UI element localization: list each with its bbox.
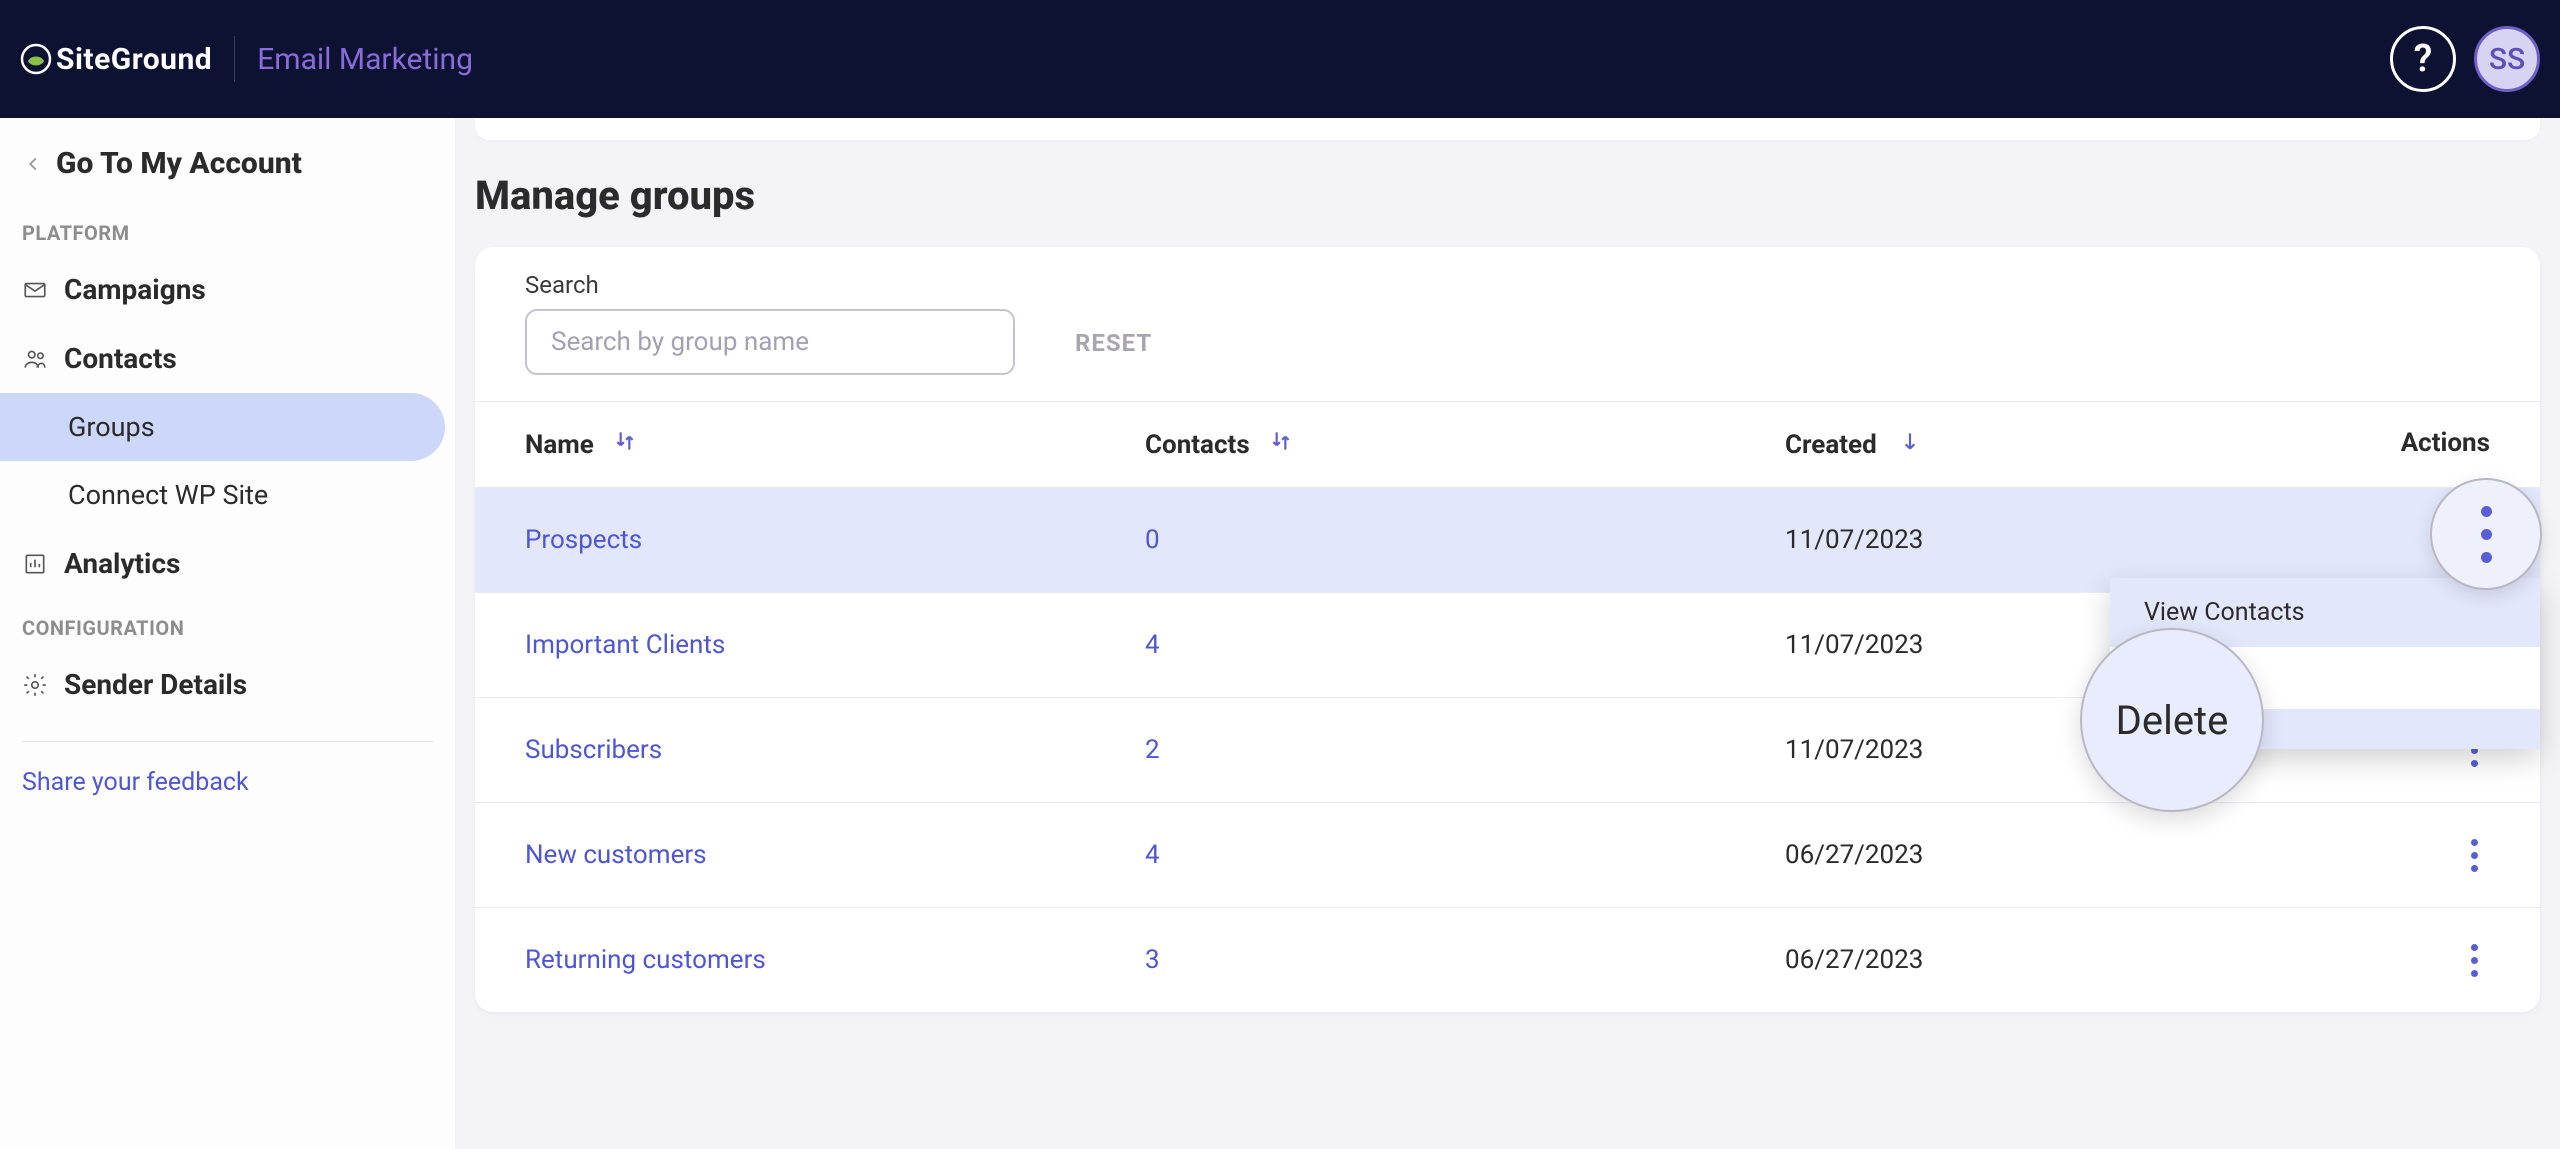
view-contacts-label: View Contacts [2144, 598, 2305, 627]
col-contacts-label: Contacts [1145, 430, 1250, 460]
avatar[interactable]: SS [2474, 26, 2540, 92]
search-input[interactable] [525, 309, 1015, 375]
mail-icon [22, 277, 48, 303]
main: Manage groups Search RESET Name [455, 118, 2560, 1149]
divider [234, 36, 235, 82]
group-created-date: 06/27/2023 [1785, 945, 2235, 975]
sort-icon [1268, 428, 1294, 461]
group-contacts-count[interactable]: 2 [1145, 735, 1785, 765]
sidebar-item-analytics[interactable]: Analytics [0, 529, 455, 598]
row-actions-button[interactable] [2458, 938, 2490, 982]
sidebar-subitem-groups[interactable]: Groups [0, 393, 445, 461]
section-platform-label: PLATFORM [0, 203, 455, 255]
feedback-link[interactable]: Share your feedback [0, 760, 455, 805]
table-header: Name Contacts Created [475, 402, 2540, 488]
group-name-link[interactable]: Prospects [525, 525, 1145, 555]
connect-wp-label: Connect WP Site [68, 479, 268, 511]
group-contacts-count[interactable]: 3 [1145, 945, 1785, 975]
reset-label: RESET [1075, 329, 1152, 357]
magnified-delete-highlight: Delete [2080, 628, 2264, 812]
group-name-link[interactable]: New customers [525, 840, 1145, 870]
row-actions-button[interactable] [2458, 833, 2490, 877]
logo-block: SiteGround Email Marketing [20, 36, 473, 82]
table-row: New customers406/27/2023 [475, 803, 2540, 908]
campaigns-label: Campaigns [64, 273, 206, 306]
sidebar: Go To My Account PLATFORM Campaigns Cont… [0, 118, 455, 1149]
reset-button[interactable]: RESET [1075, 329, 1152, 375]
group-contacts-count[interactable]: 4 [1145, 630, 1785, 660]
gear-icon [22, 672, 48, 698]
people-icon [22, 346, 48, 372]
search-label: Search [525, 271, 1015, 299]
group-name-link[interactable]: Subscribers [525, 735, 1145, 765]
topbar: SiteGround Email Marketing ? SS [0, 0, 2560, 118]
section-config-label: CONFIGURATION [0, 598, 455, 650]
prev-card-edge [475, 118, 2540, 140]
page-title: Manage groups [475, 172, 2540, 219]
back-to-account[interactable]: Go To My Account [0, 136, 455, 203]
delete-label: Delete [2116, 697, 2229, 744]
sidebar-item-contacts[interactable]: Contacts [0, 324, 455, 393]
group-name-link[interactable]: Important Clients [525, 630, 1145, 660]
col-header-name[interactable]: Name [525, 428, 1145, 461]
groups-label: Groups [68, 411, 155, 443]
siteground-logo[interactable]: SiteGround [20, 42, 212, 77]
analytics-label: Analytics [64, 547, 180, 580]
sidebar-subitem-connect-wp[interactable]: Connect WP Site [0, 461, 455, 529]
table-row: Returning customers306/27/2023 [475, 908, 2540, 1012]
col-header-contacts[interactable]: Contacts [1145, 428, 1785, 461]
chart-icon [22, 551, 48, 577]
product-name[interactable]: Email Marketing [257, 42, 473, 77]
help-button[interactable]: ? [2390, 26, 2456, 92]
brand-text: SiteGround [56, 42, 212, 77]
search-block: Search [525, 271, 1015, 375]
topbar-right: ? SS [2390, 26, 2540, 92]
back-label: Go To My Account [56, 146, 302, 181]
sort-icon [612, 428, 638, 461]
sidebar-divider [22, 741, 433, 742]
col-name-label: Name [525, 430, 594, 460]
contacts-label: Contacts [64, 342, 177, 375]
magnified-kebab-highlight [2430, 478, 2542, 590]
arrow-left-icon [22, 153, 44, 175]
col-header-actions: Actions [2235, 428, 2490, 461]
feedback-label: Share your feedback [22, 768, 249, 797]
group-contacts-count[interactable]: 4 [1145, 840, 1785, 870]
col-header-created[interactable]: Created [1785, 428, 2235, 461]
group-contacts-count[interactable]: 0 [1145, 525, 1785, 555]
sidebar-item-sender-details[interactable]: Sender Details [0, 650, 455, 719]
col-actions-label: Actions [2401, 428, 2490, 458]
group-name-link[interactable]: Returning customers [525, 945, 1145, 975]
siteground-icon [20, 43, 52, 75]
help-icon: ? [2414, 37, 2433, 81]
group-created-date: 11/07/2023 [1785, 525, 2235, 555]
group-created-date: 06/27/2023 [1785, 840, 2235, 870]
sort-icon [1897, 428, 1923, 461]
search-row: Search RESET [475, 247, 2540, 402]
avatar-initials: SS [2489, 42, 2525, 77]
sidebar-item-campaigns[interactable]: Campaigns [0, 255, 455, 324]
sender-details-label: Sender Details [64, 668, 247, 701]
col-created-label: Created [1785, 430, 1877, 460]
